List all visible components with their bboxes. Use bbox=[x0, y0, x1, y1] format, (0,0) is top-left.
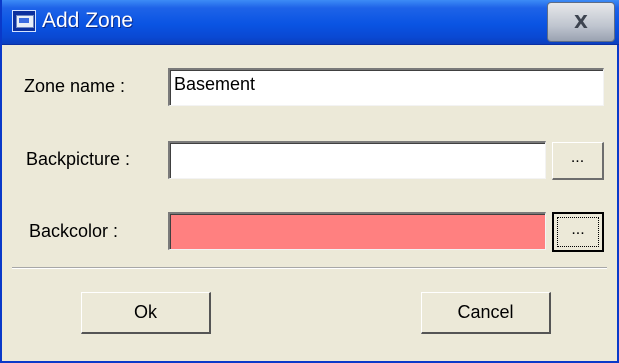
backpicture-browse-button[interactable]: ... bbox=[552, 142, 604, 180]
close-icon: X bbox=[574, 11, 588, 33]
close-button[interactable]: X bbox=[547, 2, 615, 42]
backpicture-label: Backpicture : bbox=[26, 149, 131, 169]
backcolor-browse-label: ... bbox=[557, 217, 599, 247]
backcolor-label: Backcolor : bbox=[29, 221, 119, 241]
zone-name-label: Zone name : bbox=[24, 76, 126, 96]
zone-name-input[interactable]: Basement bbox=[168, 68, 604, 106]
backcolor-browse-button[interactable]: ... bbox=[552, 212, 604, 252]
window-title: Add Zone bbox=[42, 9, 134, 32]
ok-button[interactable]: Ok bbox=[81, 292, 211, 334]
add-zone-dialog: Add Zone X Zone name : Basement Backpict… bbox=[0, 0, 619, 363]
backpicture-input[interactable] bbox=[168, 141, 546, 179]
backcolor-swatch[interactable] bbox=[168, 212, 546, 250]
title-bar[interactable]: Add Zone X bbox=[2, 0, 619, 45]
cancel-button[interactable]: Cancel bbox=[421, 292, 551, 334]
separator-line bbox=[12, 267, 607, 269]
window-app-icon bbox=[12, 10, 36, 32]
